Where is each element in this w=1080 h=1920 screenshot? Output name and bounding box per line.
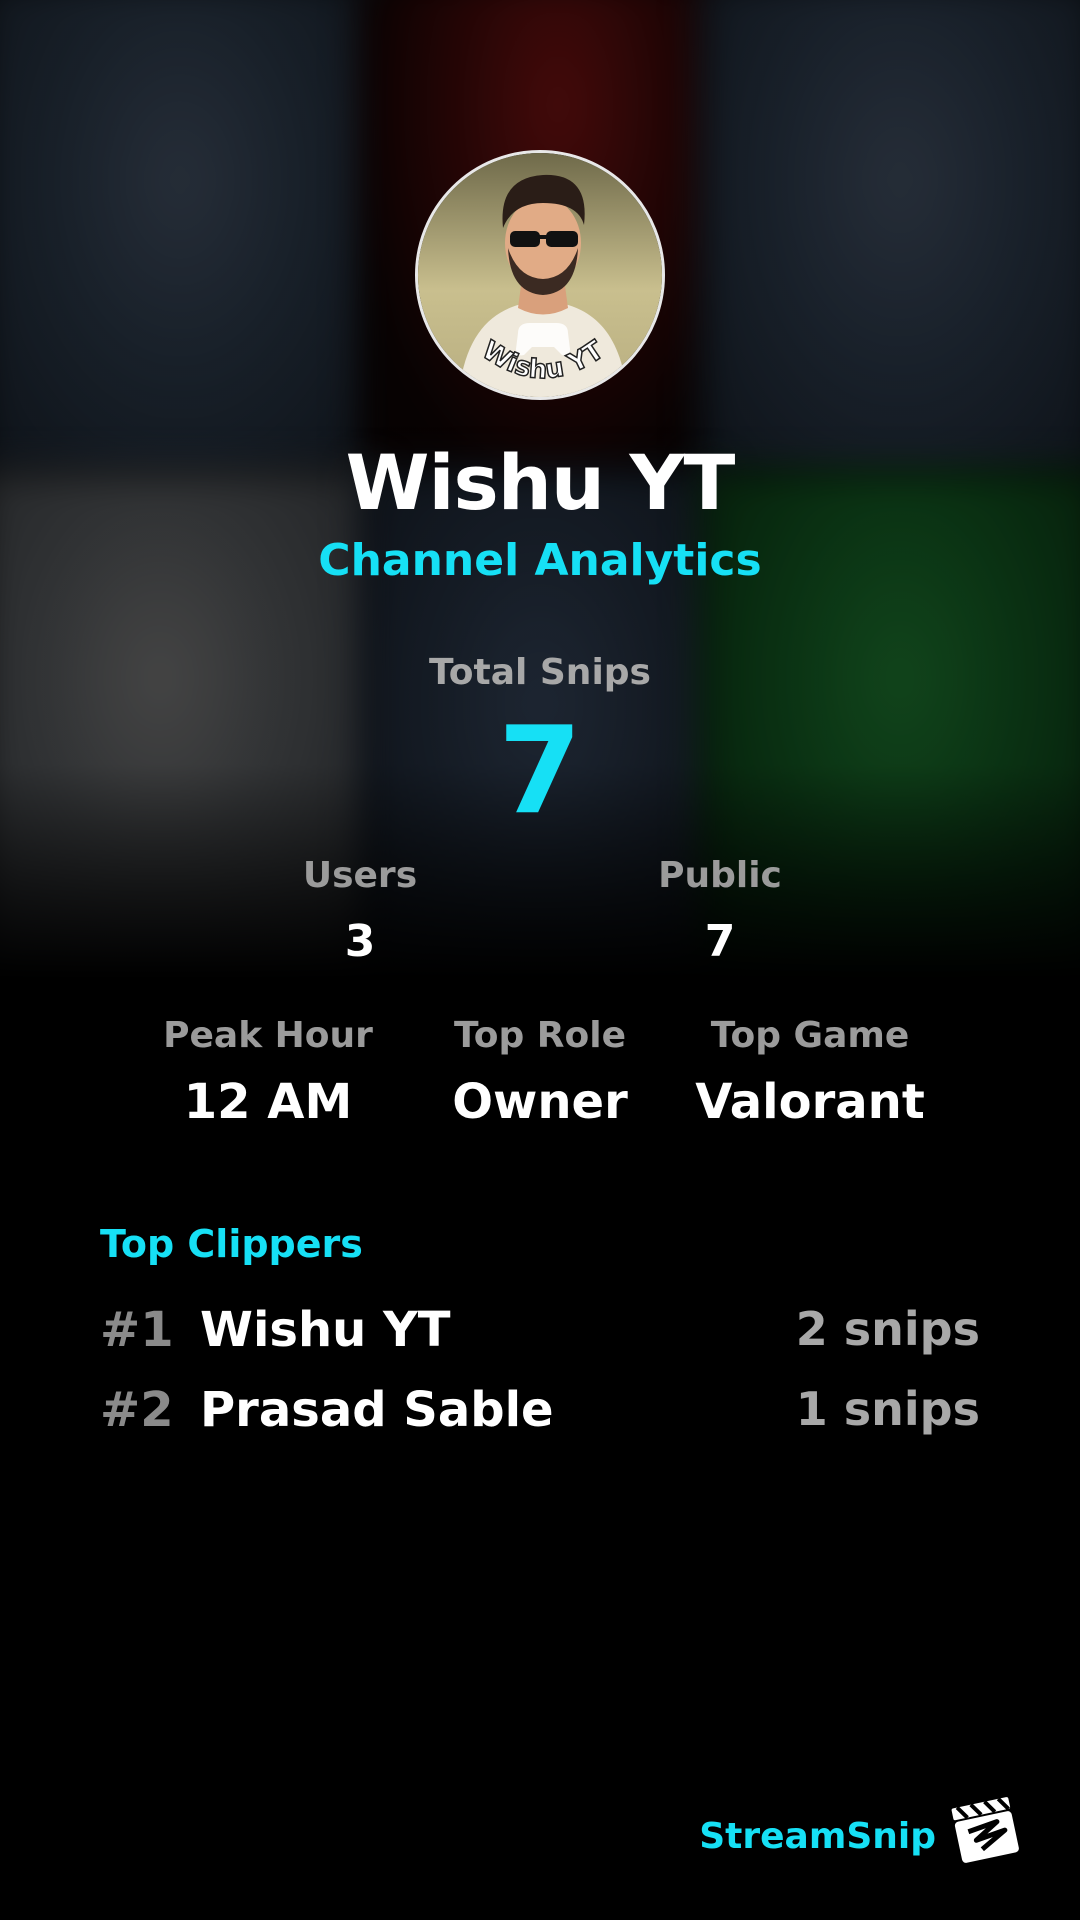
- clipper-name: Wishu YT: [200, 1302, 451, 1358]
- peak-hour-label: Peak Hour: [163, 1015, 373, 1056]
- brand-name: StreamSnip: [699, 1816, 936, 1857]
- avatar-cartoon-icon: Wishu YT: [418, 153, 662, 397]
- users-stat: Users 3: [230, 855, 490, 967]
- total-snips-value: 7: [498, 702, 582, 841]
- top-clippers-title: Top Clippers: [100, 1222, 363, 1266]
- top-role-stat: Top Role Owner: [400, 1015, 680, 1130]
- clapperboard-icon: [951, 1797, 1019, 1863]
- clipper-snip-count: 1 snips: [795, 1382, 980, 1436]
- public-value: 7: [704, 916, 736, 967]
- peak-hour-value: 12 AM: [183, 1074, 353, 1130]
- top-role-label: Top Role: [453, 1015, 627, 1056]
- list-item: #2 Prasad Sable 1 snips: [100, 1382, 980, 1442]
- page-subtitle: Channel Analytics: [318, 535, 762, 586]
- channel-avatar: Wishu YT: [415, 150, 665, 400]
- total-snips-label: Total Snips: [429, 652, 651, 693]
- top-game-value: Valorant: [695, 1074, 925, 1130]
- top-role-value: Owner: [452, 1074, 628, 1130]
- clipper-name: Prasad Sable: [200, 1382, 554, 1438]
- peak-hour-stat: Peak Hour 12 AM: [128, 1015, 408, 1130]
- public-label: Public: [658, 855, 782, 896]
- top-game-label: Top Game: [710, 1015, 910, 1056]
- channel-name: Wishu YT: [345, 438, 736, 527]
- analytics-card: Wishu YT Wishu YT Channel Analytics Tota…: [0, 0, 1080, 1920]
- public-stat: Public 7: [590, 855, 850, 967]
- users-value: 3: [344, 916, 376, 967]
- users-label: Users: [302, 855, 418, 896]
- clipper-rank: #2: [100, 1382, 174, 1438]
- clipper-rank: #1: [100, 1302, 174, 1358]
- clipper-snip-count: 2 snips: [795, 1302, 980, 1356]
- top-game-stat: Top Game Valorant: [670, 1015, 950, 1130]
- list-item: #1 Wishu YT 2 snips: [100, 1302, 980, 1362]
